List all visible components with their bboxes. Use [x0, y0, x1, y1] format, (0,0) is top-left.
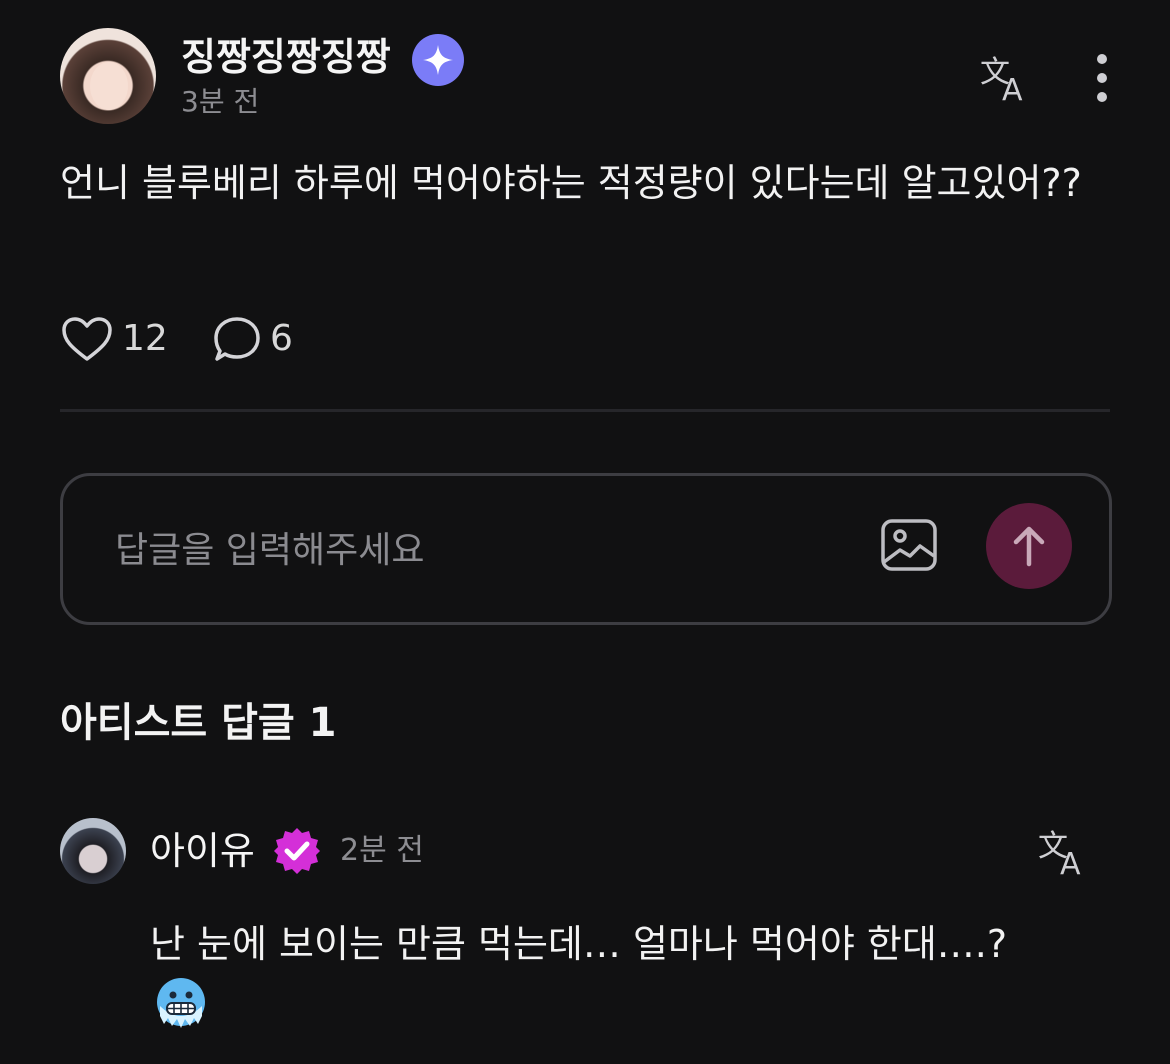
- sparkle-badge-icon: [412, 34, 464, 86]
- author-name[interactable]: 징짱징짱징짱: [181, 34, 391, 80]
- artist-reply-section-title: 아티스트 답글 1: [60, 700, 337, 746]
- artist-name[interactable]: 아이유: [150, 826, 255, 876]
- post-text: 언니 블루베리 하루에 먹어야하는 적정량이 있다는데 알고있어??: [60, 161, 1082, 205]
- cold-face-emoji-icon: [154, 976, 208, 1030]
- svg-text:A: A: [1002, 73, 1023, 104]
- reply-time: 2분 전: [340, 833, 424, 868]
- artist-avatar[interactable]: [60, 818, 126, 884]
- translate-icon[interactable]: 文 A: [976, 50, 1036, 106]
- artist-reply-text: 난 눈에 보이는 만큼 먹는데… 얼마나 먹어야 한대….?: [150, 922, 1008, 966]
- divider: [60, 409, 1110, 412]
- reply-box: [60, 473, 1112, 625]
- reply-input[interactable]: [113, 476, 857, 624]
- translate-icon[interactable]: 文 A: [1034, 824, 1094, 880]
- like-count: 12: [122, 318, 168, 359]
- send-button[interactable]: [986, 503, 1072, 589]
- image-icon[interactable]: [880, 518, 938, 572]
- comment-count: 6: [270, 318, 293, 359]
- post-time: 3분 전: [181, 85, 260, 118]
- verified-check-icon: [272, 826, 322, 876]
- comment-icon[interactable]: [212, 314, 262, 364]
- heart-icon[interactable]: [60, 314, 114, 364]
- more-options-icon[interactable]: [1084, 50, 1120, 106]
- svg-text:A: A: [1060, 847, 1081, 878]
- author-avatar[interactable]: [60, 28, 156, 124]
- arrow-up-icon: [1013, 526, 1045, 567]
